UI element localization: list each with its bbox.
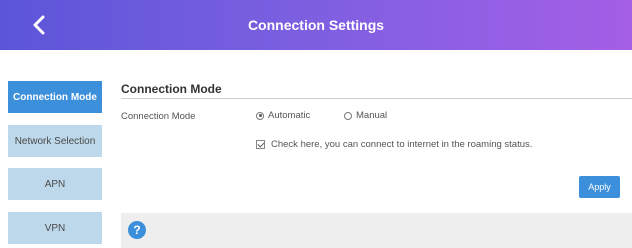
sidebar-item-connection-mode[interactable]: Connection Mode xyxy=(8,81,102,113)
roaming-option: Check here, you can connect to internet … xyxy=(256,139,532,150)
help-bar: ? xyxy=(121,213,632,248)
help-icon[interactable]: ? xyxy=(128,221,146,239)
apply-button[interactable]: Apply xyxy=(579,176,620,198)
radio-automatic[interactable]: Automatic xyxy=(256,110,310,121)
radio-unselected-icon xyxy=(344,111,352,120)
page-title: Connection Settings xyxy=(247,17,385,33)
roaming-checkbox[interactable] xyxy=(256,140,265,149)
sidebar-item-apn[interactable]: APN xyxy=(8,168,102,200)
header-bar: Connection Settings xyxy=(0,0,632,50)
radio-manual-label: Manual xyxy=(356,110,388,121)
radio-selected-icon xyxy=(256,111,264,120)
radio-manual[interactable]: Manual xyxy=(344,110,387,121)
roaming-checkbox-label: Check here, you can connect to internet … xyxy=(271,139,533,150)
section-title: Connection Mode xyxy=(121,82,222,96)
connection-mode-label: Connection Mode xyxy=(121,111,196,122)
section-divider xyxy=(121,98,632,99)
sidebar-item-network-selection[interactable]: Network Selection xyxy=(8,125,102,157)
radio-automatic-label: Automatic xyxy=(268,110,311,121)
sidebar-item-vpn[interactable]: VPN xyxy=(8,212,102,244)
